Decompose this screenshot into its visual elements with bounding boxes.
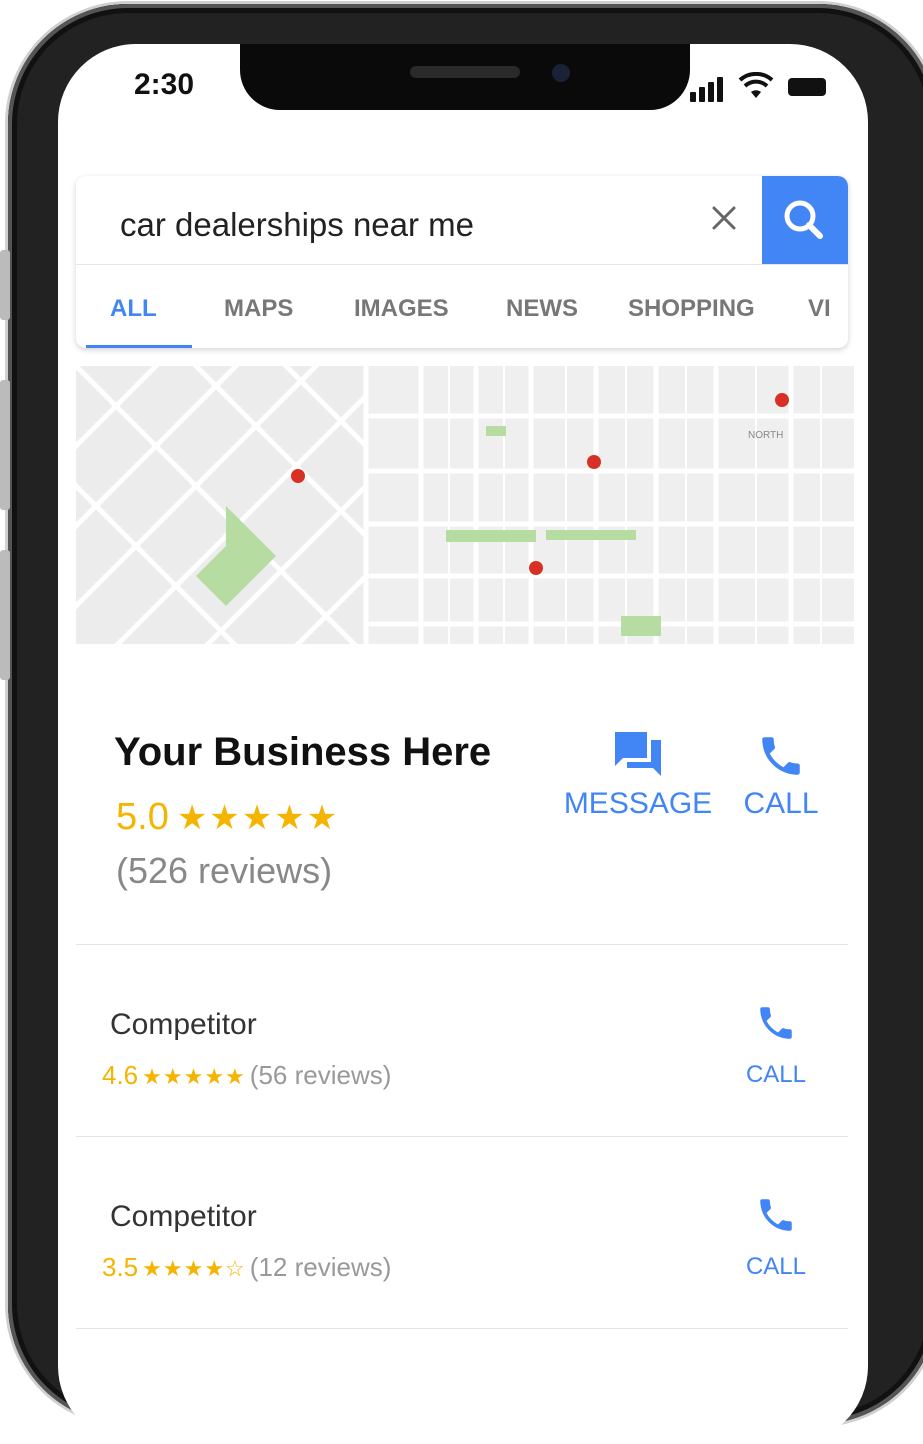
tab-maps[interactable]: MAPS [224, 295, 293, 323]
map-pin[interactable] [529, 561, 543, 575]
message-label: MESSAGE [563, 787, 713, 820]
signal-icon [717, 77, 723, 102]
phone-notch [240, 44, 690, 110]
message-button[interactable]: MESSAGE [560, 730, 716, 821]
call-label: CALL [745, 1061, 807, 1088]
review-count: (56 reviews) [249, 1060, 392, 1090]
star-rating: ★★★★☆ [142, 1256, 246, 1281]
message-icon [615, 732, 661, 776]
status-time: 2:30 [134, 68, 195, 101]
tab-images[interactable]: IMAGES [354, 295, 449, 323]
competitor-rating: 3.5 ★★★★☆ (12 reviews) [102, 1252, 391, 1283]
tab-videos[interactable]: VI [808, 295, 831, 323]
featured-business-card[interactable]: Your Business Here 5.0 ★★★★★ (526 reviews… [76, 644, 848, 945]
map-graphic: NORTH [76, 366, 854, 644]
front-camera [552, 64, 570, 82]
competitor-row[interactable]: Competitor 4.6 ★★★★★ (56 reviews) CALL [76, 946, 848, 1137]
phone-icon [760, 1007, 792, 1039]
tab-news[interactable]: NEWS [506, 295, 578, 323]
business-rating: 5.0 ★★★★★ [116, 796, 339, 839]
map-pin[interactable] [587, 455, 601, 469]
call-button[interactable]: CALL [736, 1002, 816, 1089]
battery-icon [788, 78, 826, 96]
status-icons [690, 72, 840, 102]
search-card: car dealerships near me ALL MAPS IMAGES … [76, 176, 848, 348]
star-rating: ★★★★★ [176, 799, 340, 837]
search-button[interactable] [762, 176, 848, 264]
tab-shopping[interactable]: SHOPPING [628, 295, 755, 323]
call-button[interactable]: CALL [736, 1194, 816, 1281]
call-button[interactable]: CALL [736, 730, 826, 821]
phone-icon [760, 1199, 792, 1231]
phone-screen: 2:30 car dealerships near me ALL MAPS IM… [58, 44, 868, 1444]
rating-value: 4.6 [102, 1060, 139, 1090]
star-rating: ★★★★★ [142, 1064, 246, 1089]
map-pin[interactable] [775, 393, 789, 407]
business-name: Your Business Here [114, 730, 492, 774]
phone-side-button [0, 380, 10, 510]
rating-value: 3.5 [102, 1252, 139, 1282]
speaker-grille [410, 66, 520, 78]
search-input[interactable]: car dealerships near me [120, 206, 474, 244]
map[interactable]: NORTH [76, 366, 854, 644]
close-icon[interactable] [706, 200, 742, 236]
call-label: CALL [745, 1253, 807, 1280]
phone-side-button [0, 550, 10, 680]
competitor-name: Competitor [110, 1008, 257, 1041]
active-tab-indicator [86, 345, 192, 348]
rating-value: 5.0 [116, 796, 169, 838]
map-label-north: NORTH [748, 430, 783, 441]
review-count: (12 reviews) [249, 1252, 392, 1282]
competitor-row[interactable]: Competitor 3.5 ★★★★☆ (12 reviews) CALL [76, 1138, 848, 1329]
phone-icon [762, 737, 800, 775]
competitor-name: Competitor [110, 1200, 257, 1233]
signal-icon [699, 87, 705, 102]
call-label: CALL [743, 787, 819, 820]
map-pin[interactable] [291, 469, 305, 483]
review-count: (526 reviews) [116, 850, 333, 891]
tab-all[interactable]: ALL [110, 295, 157, 323]
wifi-icon [738, 72, 774, 98]
signal-icon [690, 92, 696, 102]
search-icon [784, 200, 823, 239]
competitor-rating: 4.6 ★★★★★ (56 reviews) [102, 1060, 391, 1091]
signal-icon [708, 82, 714, 102]
phone-side-button [0, 250, 10, 320]
search-tabs: ALL MAPS IMAGES NEWS SHOPPING VI [76, 264, 848, 348]
